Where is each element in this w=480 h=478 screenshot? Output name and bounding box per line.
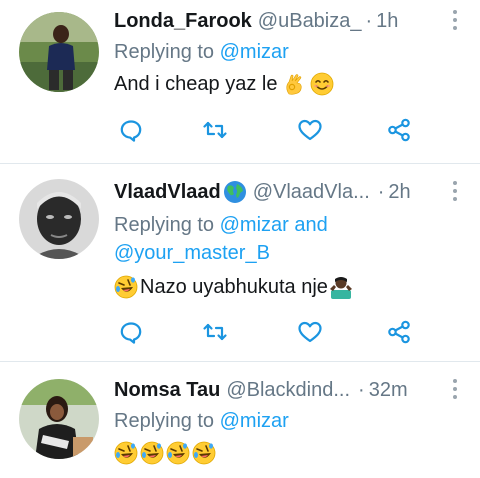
smiling-face-icon: [310, 72, 334, 96]
author-name[interactable]: VlaadVlaad: [114, 179, 221, 205]
mention-link[interactable]: @mizar: [220, 214, 289, 236]
timestamp[interactable]: 32m: [369, 377, 408, 403]
rofl-icon: [166, 441, 190, 465]
mention-conjunction: and: [294, 214, 328, 236]
share-icon[interactable]: [386, 320, 412, 344]
author-name[interactable]: Londa_Farook: [114, 8, 252, 34]
mention-link[interactable]: @mizar: [220, 410, 289, 432]
tweet[interactable]: Nomsa Tau @Blackdind... · 32m Replying t…: [0, 361, 480, 478]
separator-dot: ·: [377, 181, 385, 203]
mention-link[interactable]: @mizar: [220, 41, 289, 63]
author-handle[interactable]: @VlaadVla...: [253, 179, 370, 205]
more-options-icon[interactable]: [448, 10, 462, 30]
author-handle[interactable]: @Blackdind...: [226, 377, 350, 403]
avatar[interactable]: [19, 179, 99, 259]
timestamp[interactable]: 1h: [376, 8, 398, 34]
replying-to-label: Replying to: [114, 410, 215, 432]
share-icon[interactable]: [386, 118, 412, 142]
rofl-icon: [114, 441, 138, 465]
rofl-icon: [140, 441, 164, 465]
replying-to-label: Replying to: [114, 214, 215, 236]
tweet-text-content: Nazo uyabhukuta nje: [140, 276, 328, 298]
rofl-icon: [114, 275, 138, 299]
replying-to: Replying to @mizar: [114, 407, 462, 435]
tweet-text: And i cheap yaz le: [114, 70, 462, 98]
replying-to: Replying to @mizar: [114, 38, 462, 66]
retweet-icon[interactable]: [202, 118, 228, 142]
more-options-icon[interactable]: [448, 181, 462, 201]
author-name[interactable]: Nomsa Tau: [114, 377, 220, 403]
like-icon[interactable]: [297, 118, 323, 142]
tweet-text: Nazo uyabhukuta nje: [114, 273, 462, 301]
tweet-text-content: And i cheap yaz le: [114, 73, 278, 95]
separator-dot: ·: [365, 10, 373, 32]
tweet[interactable]: Londa_Farook @uBabiza_ · 1h Replying to …: [0, 0, 480, 163]
reply-icon[interactable]: [118, 320, 144, 344]
avatar[interactable]: [19, 12, 99, 92]
shrug-icon: [329, 275, 353, 299]
tweet[interactable]: VlaadVlaad @VlaadVla... · 2h Replying to…: [0, 163, 480, 361]
rofl-icon: [192, 441, 216, 465]
like-icon[interactable]: [297, 320, 323, 344]
retweet-icon[interactable]: [202, 320, 228, 344]
replying-to: Replying to @mizar and @your_master_B: [114, 211, 462, 267]
ok-hand-icon: [283, 72, 307, 96]
mention-link[interactable]: @your_master_B: [114, 242, 270, 264]
avatar[interactable]: [19, 379, 99, 459]
tweet-text: [114, 441, 462, 465]
reply-icon[interactable]: [118, 118, 144, 142]
more-options-icon[interactable]: [448, 379, 462, 399]
replying-to-label: Replying to: [114, 41, 215, 63]
timestamp[interactable]: 2h: [388, 179, 410, 205]
globe-icon: [223, 180, 247, 204]
author-handle[interactable]: @uBabiza_: [258, 8, 362, 34]
separator-dot: ·: [358, 379, 365, 401]
